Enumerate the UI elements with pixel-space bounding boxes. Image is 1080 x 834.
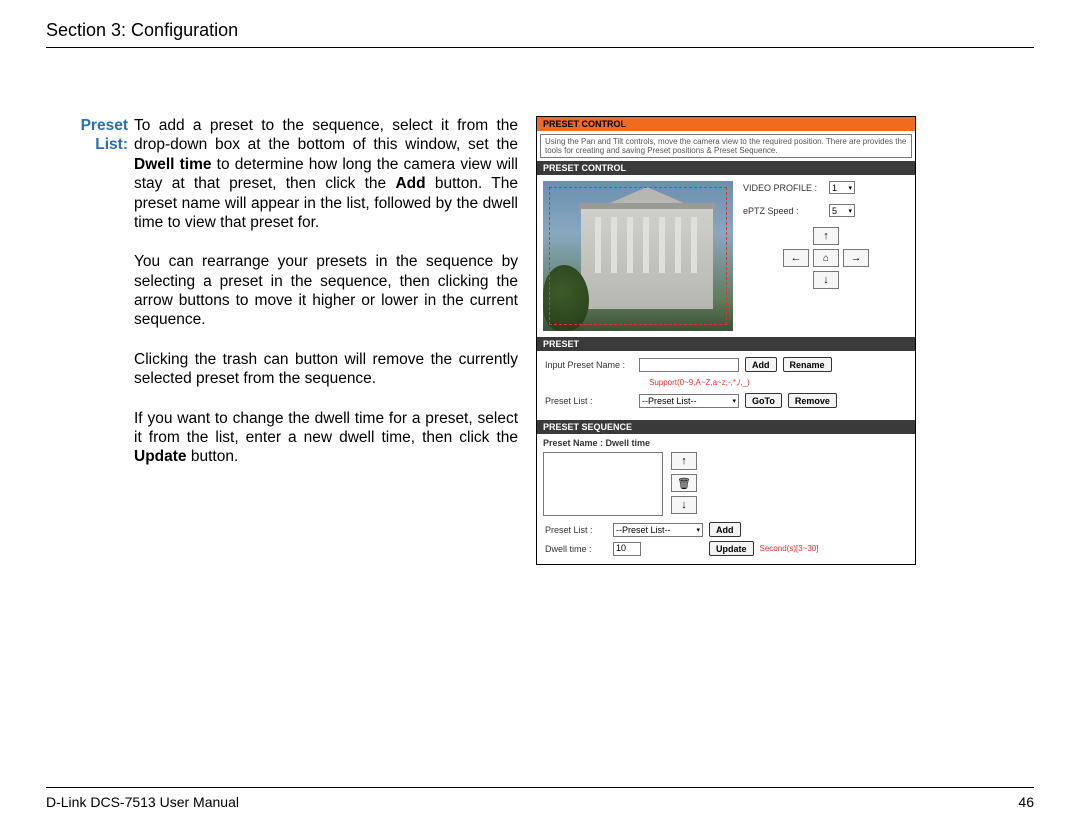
ptz-arrow-pad: ↑ ← ⌂ → ↓	[743, 227, 909, 289]
page-footer: D-Link DCS-7513 User Manual 46	[46, 787, 1034, 810]
preset-bar: PRESET	[537, 337, 915, 351]
ptz-down-button[interactable]: ↓	[813, 271, 839, 289]
paragraph-3: Clicking the trash can button will remov…	[134, 350, 518, 389]
eptz-speed-value: 5	[832, 206, 837, 216]
preset-list-value: --Preset List--	[642, 396, 697, 406]
ui-screenshot-panel: PRESET CONTROL Using the Pan and Tilt co…	[536, 116, 916, 565]
ptz-right-button[interactable]: →	[843, 249, 869, 267]
p4bold: Update	[134, 448, 187, 465]
video-profile-label: VIDEO PROFILE :	[743, 183, 829, 193]
p4b: button.	[187, 448, 239, 465]
ptz-left-button[interactable]: ←	[783, 249, 809, 267]
dwell-time-label: Dwell time :	[543, 544, 613, 554]
description-column: Preset List: To add a preset to the sequ…	[46, 116, 518, 565]
paragraph-4: If you want to change the dwell time for…	[134, 409, 518, 467]
page-number: 46	[1018, 794, 1034, 810]
sequence-header-text: Preset Name : Dwell time	[537, 434, 915, 448]
preset-list-select[interactable]: --Preset List-- ▾	[639, 394, 739, 408]
ptz-up-button[interactable]: ↑	[813, 227, 839, 245]
ptz-home-button[interactable]: ⌂	[813, 249, 839, 267]
support-hint: Support(0~9,A~Z,a~z,-,*,/,_)	[649, 378, 750, 387]
camera-preview	[543, 181, 733, 331]
update-button[interactable]: Update	[709, 541, 754, 556]
eptz-speed-label: ePTZ Speed :	[743, 206, 829, 216]
add-preset-button[interactable]: Add	[745, 357, 777, 372]
eptz-speed-select[interactable]: 5 ▾	[829, 204, 855, 217]
p1a: To add a preset to the sequence, select …	[134, 117, 518, 153]
orange-title-bar: PRESET CONTROL	[537, 117, 915, 131]
seconds-hint: Second(s)[3~30]	[760, 544, 819, 553]
rename-preset-button[interactable]: Rename	[783, 357, 832, 372]
ptz-region-frame	[549, 187, 727, 325]
dwell-time-input[interactable]: 10	[613, 542, 641, 556]
preset-sequence-bar: PRESET SEQUENCE	[537, 420, 915, 434]
preset-list-label: Preset List:	[46, 116, 134, 565]
section-header: Section 3: Configuration	[46, 20, 1034, 48]
seq-preset-list-value: --Preset List--	[616, 525, 671, 535]
p1bold1: Dwell time	[134, 156, 212, 173]
p1bold2: Add	[395, 175, 425, 192]
sequence-listbox[interactable]	[543, 452, 663, 516]
remove-preset-button[interactable]: Remove	[788, 393, 837, 408]
p4a: If you want to change the dwell time for…	[134, 410, 518, 446]
input-preset-name-label: Input Preset Name :	[543, 360, 639, 370]
footer-left: D-Link DCS-7513 User Manual	[46, 794, 239, 810]
preset-name-input[interactable]	[639, 358, 739, 372]
goto-button[interactable]: GoTo	[745, 393, 782, 408]
sequence-add-button[interactable]: Add	[709, 522, 741, 537]
chevron-down-icon: ▾	[848, 207, 852, 215]
chevron-down-icon: ▾	[732, 397, 736, 405]
sequence-move-down-button[interactable]: ↓	[671, 496, 697, 514]
preset-control-bar: PRESET CONTROL	[537, 161, 915, 175]
sequence-move-up-button[interactable]: ↑	[671, 452, 697, 470]
preset-list-select-label: Preset List :	[543, 396, 639, 406]
hint-box: Using the Pan and Tilt controls, move th…	[540, 134, 912, 158]
sequence-delete-button[interactable]: 🗑	[671, 474, 697, 492]
chevron-down-icon: ▾	[848, 184, 852, 192]
paragraph-2: You can rearrange your presets in the se…	[134, 252, 518, 330]
paragraph-1: To add a preset to the sequence, select …	[134, 116, 518, 232]
video-profile-select[interactable]: 1 ▾	[829, 181, 855, 194]
video-profile-value: 1	[832, 183, 837, 193]
chevron-down-icon: ▾	[696, 526, 700, 534]
seq-preset-list-label: Preset List :	[543, 525, 613, 535]
seq-preset-list-select[interactable]: --Preset List-- ▾	[613, 523, 703, 537]
